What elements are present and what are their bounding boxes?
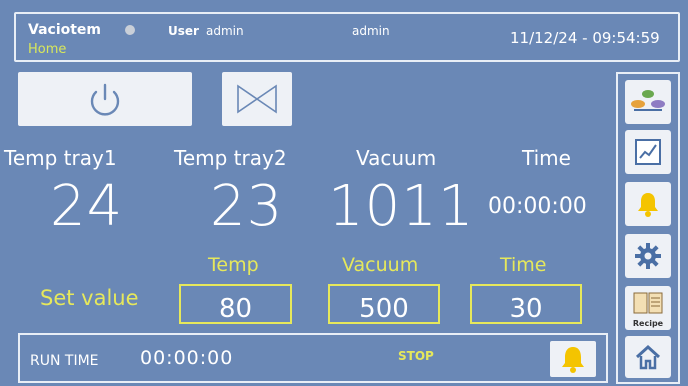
set-vacuum-input[interactable]: 500 [328,284,440,324]
temp-tray2-value: 23 [210,174,284,239]
set-temp-label: Temp [208,254,259,276]
recipe-label: Recipe [632,319,664,328]
sidebar-recipe-button[interactable]: Recipe [625,286,671,330]
recipe-book-icon [633,292,663,314]
sidebar-alarm-button[interactable] [625,182,671,226]
sidebar-settings-button[interactable] [625,234,671,278]
run-time-value: 00:00:00 [140,347,234,369]
alarm-bell-icon [562,347,584,373]
temp-tray1-value: 24 [50,174,124,239]
home-icon [635,344,661,370]
user-secondary: admin [352,24,390,38]
run-status: STOP [398,349,434,363]
time-label: Time [522,146,571,170]
valve-button[interactable] [222,72,292,126]
set-value-label: Set value [40,286,139,310]
set-time-input[interactable]: 30 [470,284,582,324]
app-name: Vaciotem [28,22,102,38]
datetime: 11/12/24 - 09:54:59 [510,29,660,47]
vacuum-value: 1011 [328,174,475,239]
set-time-label: Time [500,254,547,276]
power-icon [90,83,120,116]
trend-chart-icon [635,139,661,165]
set-temp-input[interactable]: 80 [179,284,292,324]
power-button[interactable] [18,72,192,126]
sidebar: Recipe [616,72,680,384]
sidebar-trend-button[interactable] [625,130,671,174]
alarm-bell-icon [638,193,658,217]
vacuum-label: Vacuum [356,146,437,170]
temp-tray2-label: Temp tray2 [174,146,287,170]
alarm-button[interactable] [550,341,596,377]
time-value: 00:00:00 [488,194,587,219]
status-indicator [125,25,135,35]
user-label: User [168,24,199,38]
header-bar: Vaciotem Home User admin admin 11/12/24 … [14,12,680,62]
valve-icon [237,84,277,114]
settings-gear-icon [635,243,661,269]
temp-tray1-label: Temp tray1 [4,146,117,170]
run-time-bar: RUN TIME 00:00:00 STOP [18,333,608,383]
user-value: admin [206,24,244,38]
run-time-label: RUN TIME [30,353,99,369]
process-icon [631,90,665,111]
set-vacuum-label: Vacuum [342,254,419,276]
sidebar-home-button[interactable] [625,336,671,378]
breadcrumb: Home [28,42,67,57]
sidebar-process-button[interactable] [625,80,671,124]
